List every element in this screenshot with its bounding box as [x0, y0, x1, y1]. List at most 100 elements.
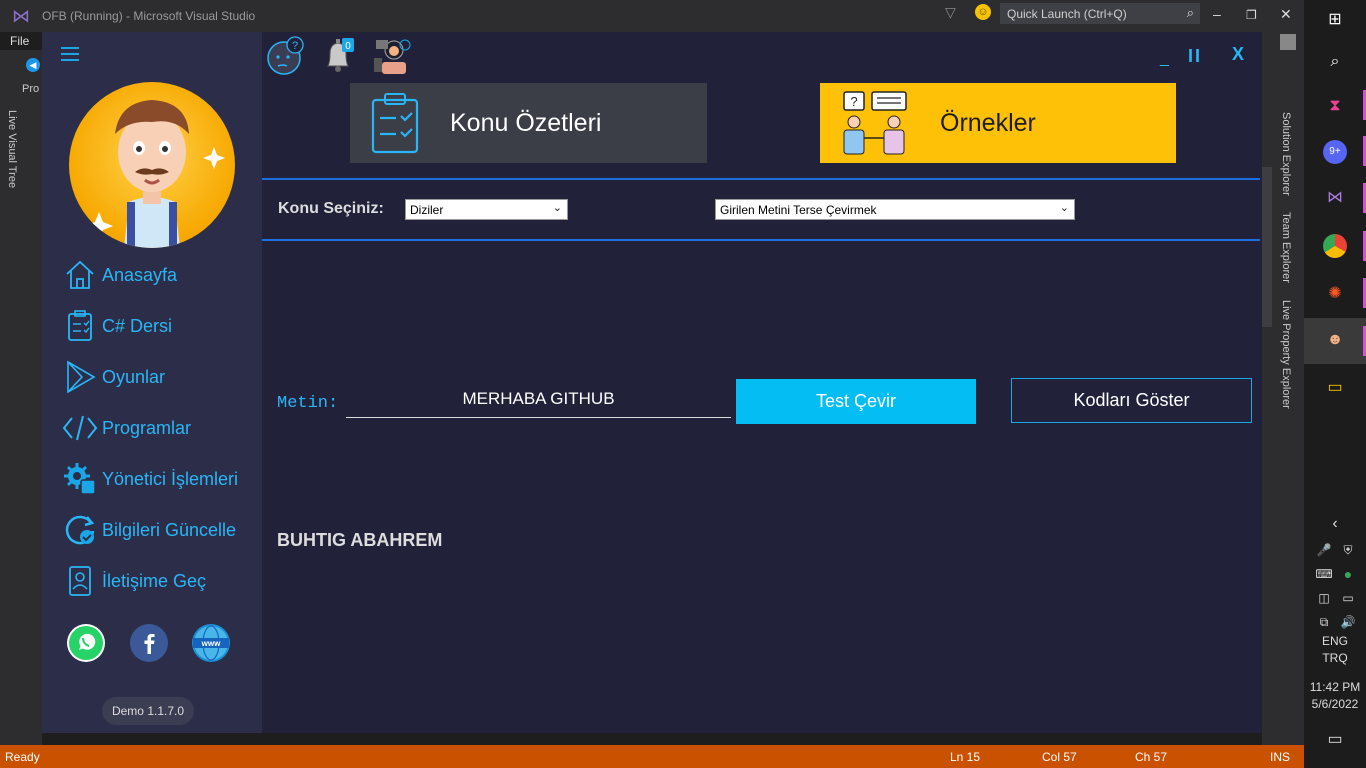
feedback-smiley-icon[interactable]: ☺	[975, 4, 991, 20]
status-dot-icon: ●	[1343, 566, 1353, 582]
windows-start-icon[interactable]: ⊞	[1323, 8, 1347, 32]
solution-explorer-tab[interactable]: Solution Explorer	[1280, 112, 1292, 196]
sidebar-item-iletisim[interactable]: İletişime Geç	[62, 563, 206, 599]
chrome-icon[interactable]	[1323, 234, 1347, 258]
windows-taskbar: ⊞ ⌕ ⧗ 9+ ⋈ ✺ ☻ ▭ ‹ 🎤 ⛨ ⌨ ● ◫ ▭ ⧉ 🔊 ENG T…	[1304, 0, 1366, 768]
hacker-profile-icon[interactable]	[372, 36, 411, 74]
monitor-icon: ▭	[1342, 591, 1354, 605]
back-icon[interactable]: ◀	[26, 58, 40, 72]
notification-bell-icon[interactable]: 0	[320, 36, 358, 74]
result-text: BUHTIG ABAHREM	[277, 530, 443, 550]
help-thinking-icon[interactable]: ?	[266, 36, 304, 75]
sidebar-item-csharp[interactable]: C# Dersi	[62, 308, 172, 344]
app-close-button[interactable]: X	[1232, 44, 1244, 65]
clipboard-icon	[62, 309, 98, 343]
vs-window-title: OFB (Running) - Microsoft Visual Studio	[42, 9, 256, 23]
app-minimize-button[interactable]: _	[1160, 50, 1169, 68]
vs-left-panel: ◀ Pro Live Visual Tree	[0, 50, 42, 745]
panel-icon[interactable]	[1280, 34, 1296, 50]
www-label: www	[201, 639, 221, 648]
filter-icon[interactable]: ▽	[945, 4, 956, 21]
vs-scrollbar[interactable]	[1262, 167, 1272, 327]
example-select[interactable]: Girilen Metini Terse Çevirmek ⌄	[715, 199, 1075, 220]
code-icon	[62, 411, 98, 445]
hamburger-menu-icon[interactable]	[61, 47, 79, 61]
sidebar: Anasayfa C# Dersi Oyunlar Programlar Yön…	[42, 32, 262, 733]
notifications-icon[interactable]: ▭	[1323, 728, 1347, 752]
live-visual-tree-tab[interactable]: Live Visual Tree	[6, 110, 18, 188]
file-explorer-icon[interactable]: ▭	[1323, 376, 1347, 400]
tab-ornekler-label: Örnekler	[940, 108, 1036, 137]
tab-konu-label: Konu Özetleri	[450, 108, 602, 137]
sidebar-item-programlar[interactable]: Programlar	[62, 410, 191, 446]
sidebar-item-guncelle[interactable]: Bilgileri Güncelle	[62, 512, 236, 548]
divider	[262, 239, 1260, 241]
sidebar-item-label: C# Dersi	[102, 315, 173, 336]
status-column: Col 57	[1042, 750, 1077, 764]
status-line: Ln 15	[950, 750, 981, 764]
test-convert-button[interactable]: Test Çevir	[736, 379, 976, 424]
sidebar-item-anasayfa[interactable]: Anasayfa	[62, 257, 177, 293]
example-select-value: Girilen Metini Terse Çevirmek	[720, 203, 877, 217]
refresh-check-icon	[62, 513, 98, 547]
app-pause-button[interactable]: II	[1188, 46, 1202, 67]
clock-time[interactable]: 11:42 PM	[1304, 680, 1366, 694]
visual-studio-logo-icon: ⋈	[12, 6, 30, 26]
contact-book-icon	[62, 564, 98, 598]
svg-text:?: ?	[292, 40, 298, 52]
network-icon: ⧉	[1319, 615, 1329, 629]
hacker-app-icon[interactable]: ☻	[1323, 328, 1347, 352]
sidebar-item-oyunlar[interactable]: Oyunlar	[62, 359, 165, 395]
show-code-button[interactable]: Kodları Göster	[1011, 378, 1252, 423]
quick-launch-placeholder: Quick Launch (Ctrl+Q)	[1007, 7, 1127, 21]
whatsapp-icon[interactable]	[67, 624, 105, 662]
notification-count: 0	[345, 41, 351, 52]
language-eng[interactable]: ENG	[1304, 634, 1366, 648]
discord-badge: 9+	[1329, 146, 1341, 157]
microphone-icon: 🎤	[1316, 543, 1332, 557]
sidebar-item-label: İletişime Geç	[102, 570, 207, 591]
visual-studio-icon[interactable]: ⋈	[1323, 186, 1347, 210]
status-char: Ch 57	[1135, 750, 1168, 764]
live-property-explorer-tab[interactable]: Live Property Explorer	[1280, 300, 1292, 409]
topic-select-value: Diziler	[410, 203, 444, 217]
sidebar-item-label: Bilgileri Güncelle	[102, 519, 237, 540]
divider	[262, 178, 1260, 180]
tray-expand-icon[interactable]: ‹	[1323, 512, 1347, 536]
discord-icon[interactable]: 9+	[1323, 140, 1347, 164]
search-icon[interactable]: ⌕	[1323, 50, 1347, 74]
home-icon	[62, 258, 98, 292]
volume-icon: 🔊	[1340, 615, 1356, 629]
status-insert-mode: INS	[1270, 750, 1291, 764]
vs-status-bar: Ready Ln 15 Col 57 Ch 57 INS	[0, 745, 1304, 768]
user-avatar	[69, 82, 235, 248]
keyboard-icon: ⌨	[1315, 567, 1333, 581]
restore-icon[interactable]: ❐	[1246, 8, 1257, 22]
sidebar-item-yonetici[interactable]: Yönetici İşlemleri	[62, 461, 238, 497]
team-explorer-tab[interactable]: Team Explorer	[1280, 212, 1292, 283]
close-icon[interactable]: ✕	[1280, 6, 1292, 23]
chevron-down-icon: ⌄	[1059, 202, 1069, 214]
version-badge: Demo 1.1.7.0	[102, 697, 194, 725]
quick-launch-input[interactable]: Quick Launch (Ctrl+Q) ⌕	[1000, 3, 1200, 24]
display-icon: ◫	[1318, 591, 1330, 605]
vs-left-pro-label: Pro	[22, 83, 40, 95]
topic-select[interactable]: Diziler ⌄	[405, 199, 568, 220]
text-input[interactable]: MERHABA GITHUB	[346, 384, 731, 418]
play-icon	[62, 360, 98, 394]
www-globe-icon[interactable]: www	[192, 624, 230, 662]
sidebar-item-label: Yönetici İşlemleri	[102, 468, 239, 489]
tab-ornekler[interactable]: ? Örnekler	[820, 83, 1176, 163]
vs-menu-file[interactable]: File	[10, 34, 29, 48]
hourglass-app-icon[interactable]: ⧗	[1323, 94, 1347, 118]
minimize-icon[interactable]: ‒	[1213, 6, 1221, 22]
clock-date[interactable]: 5/6/2022	[1304, 697, 1366, 711]
svg-text:?: ?	[850, 94, 857, 109]
gear-icon	[62, 462, 98, 496]
sidebar-item-label: Anasayfa	[102, 264, 178, 285]
tab-konu-ozetleri[interactable]: Konu Özetleri	[350, 83, 707, 163]
main-content: ? 0 _ II X Konu Özetleri ? Örnekler Konu…	[262, 32, 1262, 733]
facebook-icon[interactable]	[130, 624, 168, 662]
app-swirl-icon[interactable]: ✺	[1323, 282, 1347, 306]
language-trq[interactable]: TRQ	[1304, 651, 1366, 665]
